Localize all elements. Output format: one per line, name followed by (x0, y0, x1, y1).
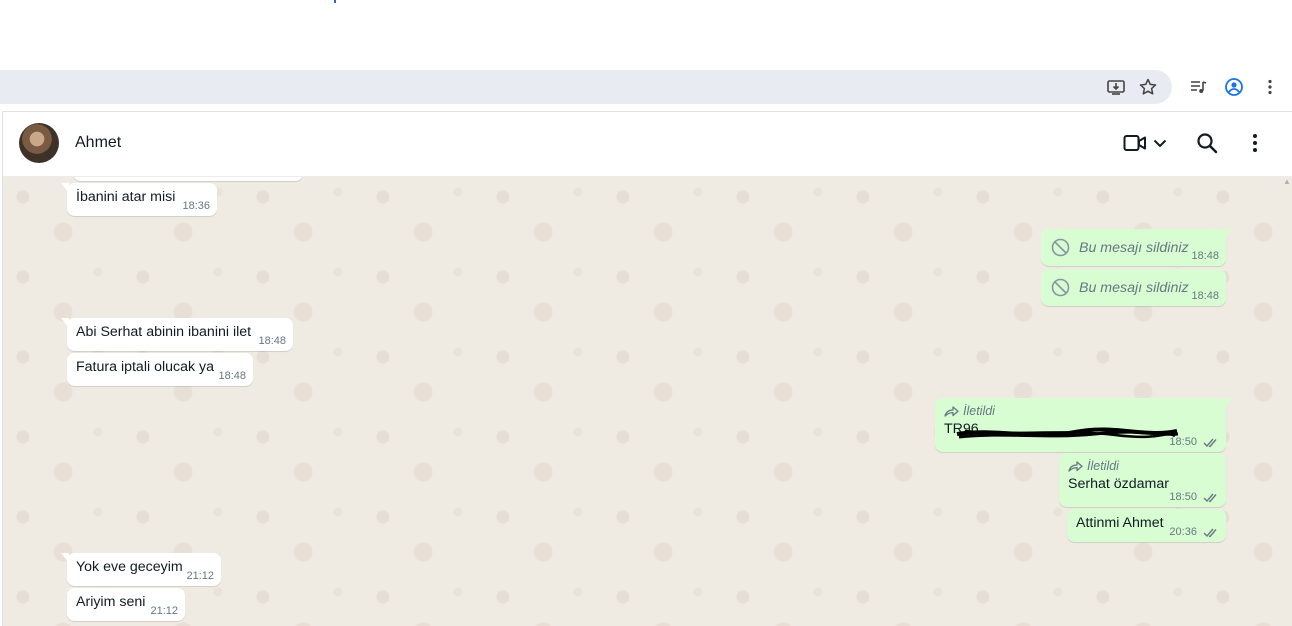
blocked-icon (1051, 238, 1070, 261)
browser-toolbar (0, 70, 1292, 104)
scroll-up-arrow[interactable]: ▲ (1283, 177, 1291, 186)
star-icon[interactable] (1136, 75, 1160, 99)
message-bubble-partial (73, 177, 303, 181)
deleted-message-text: Bu mesajı sildiniz (1079, 240, 1189, 256)
message-bubble[interactable]: İbanini atar misi 18:36 (61, 183, 217, 216)
forwarded-label: İletildi (1068, 459, 1219, 473)
page-top-area (0, 0, 1292, 70)
message-text: Attinmi Ahmet (1076, 515, 1164, 531)
text-cursor-mark (334, 0, 336, 3)
address-bar[interactable] (0, 70, 1172, 104)
double-check-icon (1203, 528, 1217, 537)
deleted-message-text: Bu mesajı sildiniz (1079, 280, 1189, 296)
video-call-icon (1123, 135, 1146, 151)
message-time: 21:12 (186, 570, 214, 582)
forward-icon (944, 406, 959, 417)
message-text: İbanini atar misi (76, 189, 176, 205)
profile-icon[interactable] (1222, 75, 1246, 99)
whatsapp-app: Ahmet ▲ İbanini atar misi 18:36 Bu mesaj… (2, 111, 1292, 626)
message-bubble[interactable]: Abi Serhat abinin ibanini ilet 18:48 (61, 318, 293, 351)
chat-header: Ahmet (3, 112, 1292, 177)
message-text: Fatura iptali olucak ya (76, 359, 215, 375)
message-bubble[interactable]: Bu mesajı sildiniz 18:48 (1041, 229, 1232, 266)
message-time: 20:36 (1169, 526, 1219, 538)
bubble-tail (61, 553, 69, 563)
message-time: 18:48 (1191, 250, 1219, 262)
forwarded-text: İletildi (963, 404, 995, 418)
install-app-icon[interactable] (1104, 75, 1128, 99)
message-bubble[interactable]: Fatura iptali olucak ya 18:48 (67, 353, 253, 386)
message-text: Yok eve geceyim (76, 559, 183, 575)
bubble-tail (1224, 229, 1232, 239)
message-bubble[interactable]: İletildi TR96 18:50 (935, 398, 1232, 452)
message-bubble[interactable]: Bu mesajı sildiniz 18:48 (1041, 269, 1226, 306)
avatar[interactable] (19, 123, 59, 163)
redaction-scribble (956, 427, 1179, 439)
more-vert-icon[interactable] (1258, 75, 1282, 99)
more-vert-icon (1253, 134, 1257, 152)
forwarded-text: İletildi (1087, 459, 1119, 473)
message-bubble[interactable]: Yok eve geceyim 21:12 (61, 553, 221, 586)
bubble-tail (61, 183, 69, 193)
message-time: 18:48 (1191, 290, 1219, 302)
message-bubble[interactable]: Attinmi Ahmet 20:36 (1067, 509, 1226, 542)
message-list[interactable]: ▲ İbanini atar misi 18:36 Bu mesajı sild… (3, 177, 1292, 626)
bubble-tail (1224, 398, 1232, 408)
chevron-down-icon (1153, 139, 1167, 148)
message-time: 21:12 (150, 605, 178, 617)
menu-button[interactable] (1244, 131, 1266, 155)
blocked-icon (1051, 278, 1070, 301)
media-queue-icon[interactable] (1186, 75, 1210, 99)
double-check-icon (1203, 493, 1217, 502)
double-check-icon (1203, 438, 1217, 447)
message-time: 18:48 (218, 370, 246, 382)
search-icon (1197, 133, 1218, 154)
message-time: 18:50 (1169, 436, 1219, 448)
message-time: 18:50 (1169, 491, 1219, 503)
message-text: Ariyim seni (76, 594, 146, 610)
message-text: Serhat özdamar (1068, 476, 1169, 492)
forward-icon (1068, 461, 1083, 472)
message-text: Abi Serhat abinin ibanini ilet (76, 324, 252, 340)
message-time: 18:36 (182, 200, 210, 212)
search-button[interactable] (1196, 131, 1218, 155)
forwarded-label: İletildi (944, 404, 1219, 418)
bubble-tail (61, 318, 69, 328)
message-bubble[interactable]: Ariyim seni 21:12 (67, 588, 185, 621)
message-bubble[interactable]: İletildi Serhat özdamar 18:50 (1059, 453, 1226, 507)
message-time: 18:48 (258, 335, 286, 347)
contact-name[interactable]: Ahmet (75, 134, 121, 152)
video-call-button[interactable] (1123, 131, 1169, 155)
